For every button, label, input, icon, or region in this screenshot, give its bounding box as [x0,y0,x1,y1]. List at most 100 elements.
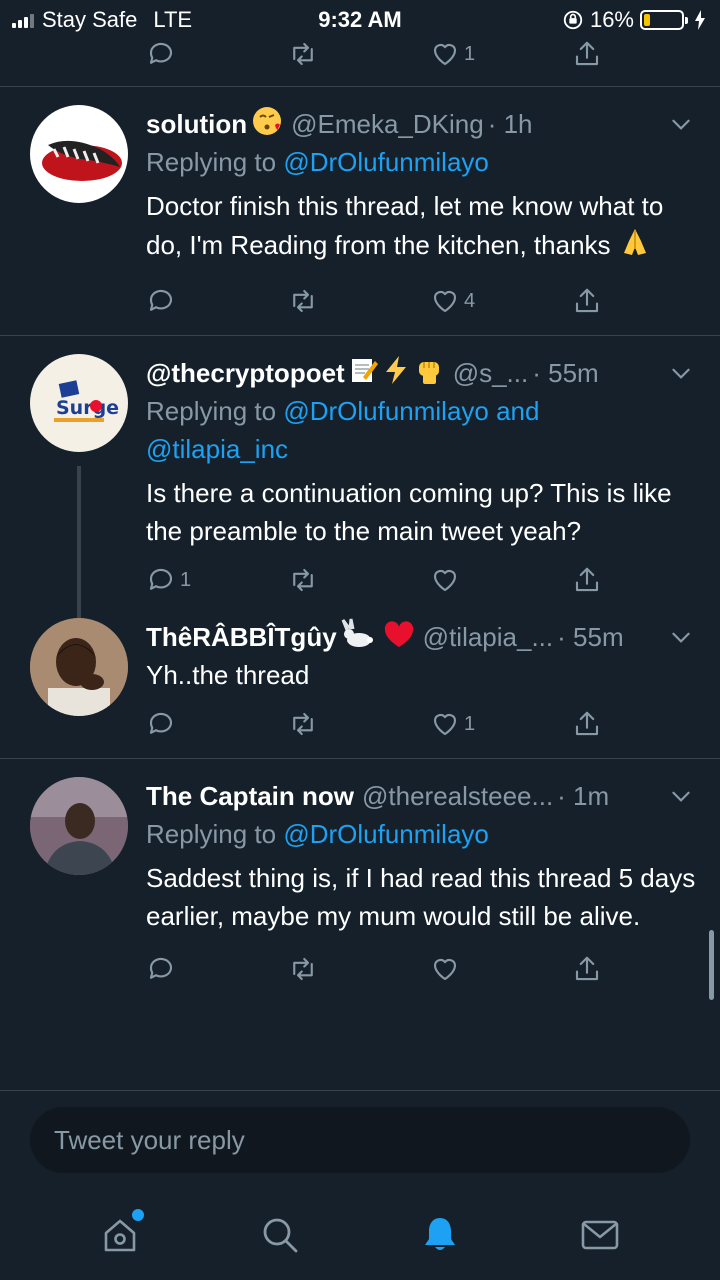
reply-icon [149,289,173,311]
tweet-actions: 4 [146,281,700,321]
share-button[interactable] [572,565,602,595]
share-icon [575,288,599,313]
tweet-text: Doctor finish this thread, let me know w… [146,187,700,269]
status-bar: Stay Safe LTE 9:32 AM 16% [0,0,720,40]
tweet-item[interactable]: The Captain now @therealsteee... · 1m Re… [0,759,720,989]
retweet-icon [293,42,313,66]
replying-label: Replying to [146,819,284,849]
display-name[interactable]: @thecryptopoet [146,358,345,389]
red-heart-emoji [383,619,415,656]
high-voltage-emoji [383,355,409,392]
mention-link[interactable]: @DrOlufunmilayo [283,147,489,177]
mention-link[interactable]: @tilapia_inc [146,434,288,464]
display-name[interactable]: ThêRÂBBÎTgûy [146,622,337,653]
chevron-down-icon[interactable] [668,111,694,137]
tweet-body: Doctor finish this thread, let me know w… [146,191,664,260]
replying-label: Replying to [146,147,284,177]
reply-icon [149,42,173,64]
avatar[interactable] [30,105,128,203]
tweet-actions [146,949,700,989]
tab-notifications[interactable] [410,1205,470,1265]
heart-icon [433,959,457,981]
like-button[interactable]: 4 [430,286,572,316]
mention-link[interactable]: @DrOlufunmilayo [283,819,489,849]
tweet-text: Saddest thing is, if I had read this thr… [146,863,696,931]
avatar[interactable] [30,618,128,716]
share-button[interactable] [572,709,602,739]
reply-composer-bar: Tweet your reply [0,1090,720,1190]
replying-to: Replying to @DrOlufunmilayo and @tilapia… [146,392,700,468]
tweet-actions: 1 [146,704,700,744]
raised-fist-emoji [413,354,445,393]
reply-icon [149,712,173,734]
reply-button[interactable] [146,286,288,316]
reply-feed[interactable]: 1 solution @Emeka_DKing · 1h Replying to… [0,40,720,1090]
reply-button[interactable] [146,709,288,739]
replying-to: Replying to @DrOlufunmilayo [146,815,700,853]
timestamp: · 1h [487,108,533,139]
tweet-actions: 1 [0,40,720,72]
like-count: 1 [464,42,476,65]
chevron-down-icon[interactable] [668,624,694,650]
like-button[interactable]: 1 [430,40,572,69]
tweet-header: solution @Emeka_DKing · 1h [146,105,700,143]
tweet-actions: 1 [146,560,700,600]
like-button[interactable]: 1 [430,709,572,739]
share-icon [575,41,599,66]
retweet-icon [293,712,313,736]
replying-label: Replying to [146,396,284,426]
battery-level [644,14,650,26]
display-name[interactable]: The Captain now [146,781,354,812]
tweet-header: ThêRÂBBÎTgûy @tilapia_... · 55m [146,618,700,656]
retweet-icon [293,289,313,313]
reply-icon [149,568,173,590]
tweet-header: The Captain now @therealsteee... · 1m [146,777,700,815]
like-button[interactable] [430,565,572,595]
reply-button[interactable] [146,954,288,984]
tweet-item[interactable]: Surge @thecryptopoet @s_... · 55m Replyi… [0,336,720,656]
scroll-indicator[interactable] [709,930,714,1000]
chevron-down-icon[interactable] [668,360,694,386]
signal-icon [12,12,34,28]
chevron-down-icon[interactable] [668,783,694,809]
avatar[interactable]: Surge [30,354,128,452]
tweet-item[interactable]: ThêRÂBBÎTgûy @tilapia_... · 55m Yh..the … [0,600,720,744]
timestamp: · 55m [532,357,599,388]
retweet-button[interactable] [288,954,430,984]
memo-emoji [349,355,379,392]
share-button[interactable] [572,954,602,984]
messages-icon [581,1220,619,1250]
carrier-name: Stay Safe [42,7,138,32]
like-count: 4 [464,289,476,312]
retweet-button[interactable] [288,565,430,595]
share-button[interactable] [572,40,602,69]
retweet-button[interactable] [288,40,430,69]
reply-input[interactable]: Tweet your reply [30,1107,690,1173]
reply-button[interactable] [146,40,288,69]
tweet-text: Yh..the thread [146,660,310,690]
retweet-icon [293,568,313,592]
retweet-button[interactable] [288,709,430,739]
share-button[interactable] [572,286,602,316]
user-handle: @therealsteee... [362,780,554,811]
share-icon [575,711,599,736]
carrier-info: Stay Safe LTE [12,7,192,33]
tab-home[interactable] [90,1205,150,1265]
avatar[interactable] [30,777,128,875]
mention-link[interactable]: @DrOlufunmilayo and [283,396,539,426]
battery-icon [640,10,688,30]
rabbit-emoji [339,618,377,657]
tab-bar [0,1190,720,1280]
orientation-lock-icon [563,10,583,30]
retweet-button[interactable] [288,286,430,316]
display-name[interactable]: solution [146,109,247,140]
reply-button[interactable]: 1 [146,565,288,595]
tweet-item[interactable]: solution @Emeka_DKing · 1h Replying to @… [0,87,720,321]
search-icon [263,1218,298,1253]
like-button[interactable] [430,954,572,984]
tab-search[interactable] [250,1205,310,1265]
kissing-face-emoji [251,105,283,144]
tweet-text: Is there a continuation coming up? This … [146,478,672,546]
tab-messages[interactable] [570,1205,630,1265]
heart-icon [433,291,457,313]
